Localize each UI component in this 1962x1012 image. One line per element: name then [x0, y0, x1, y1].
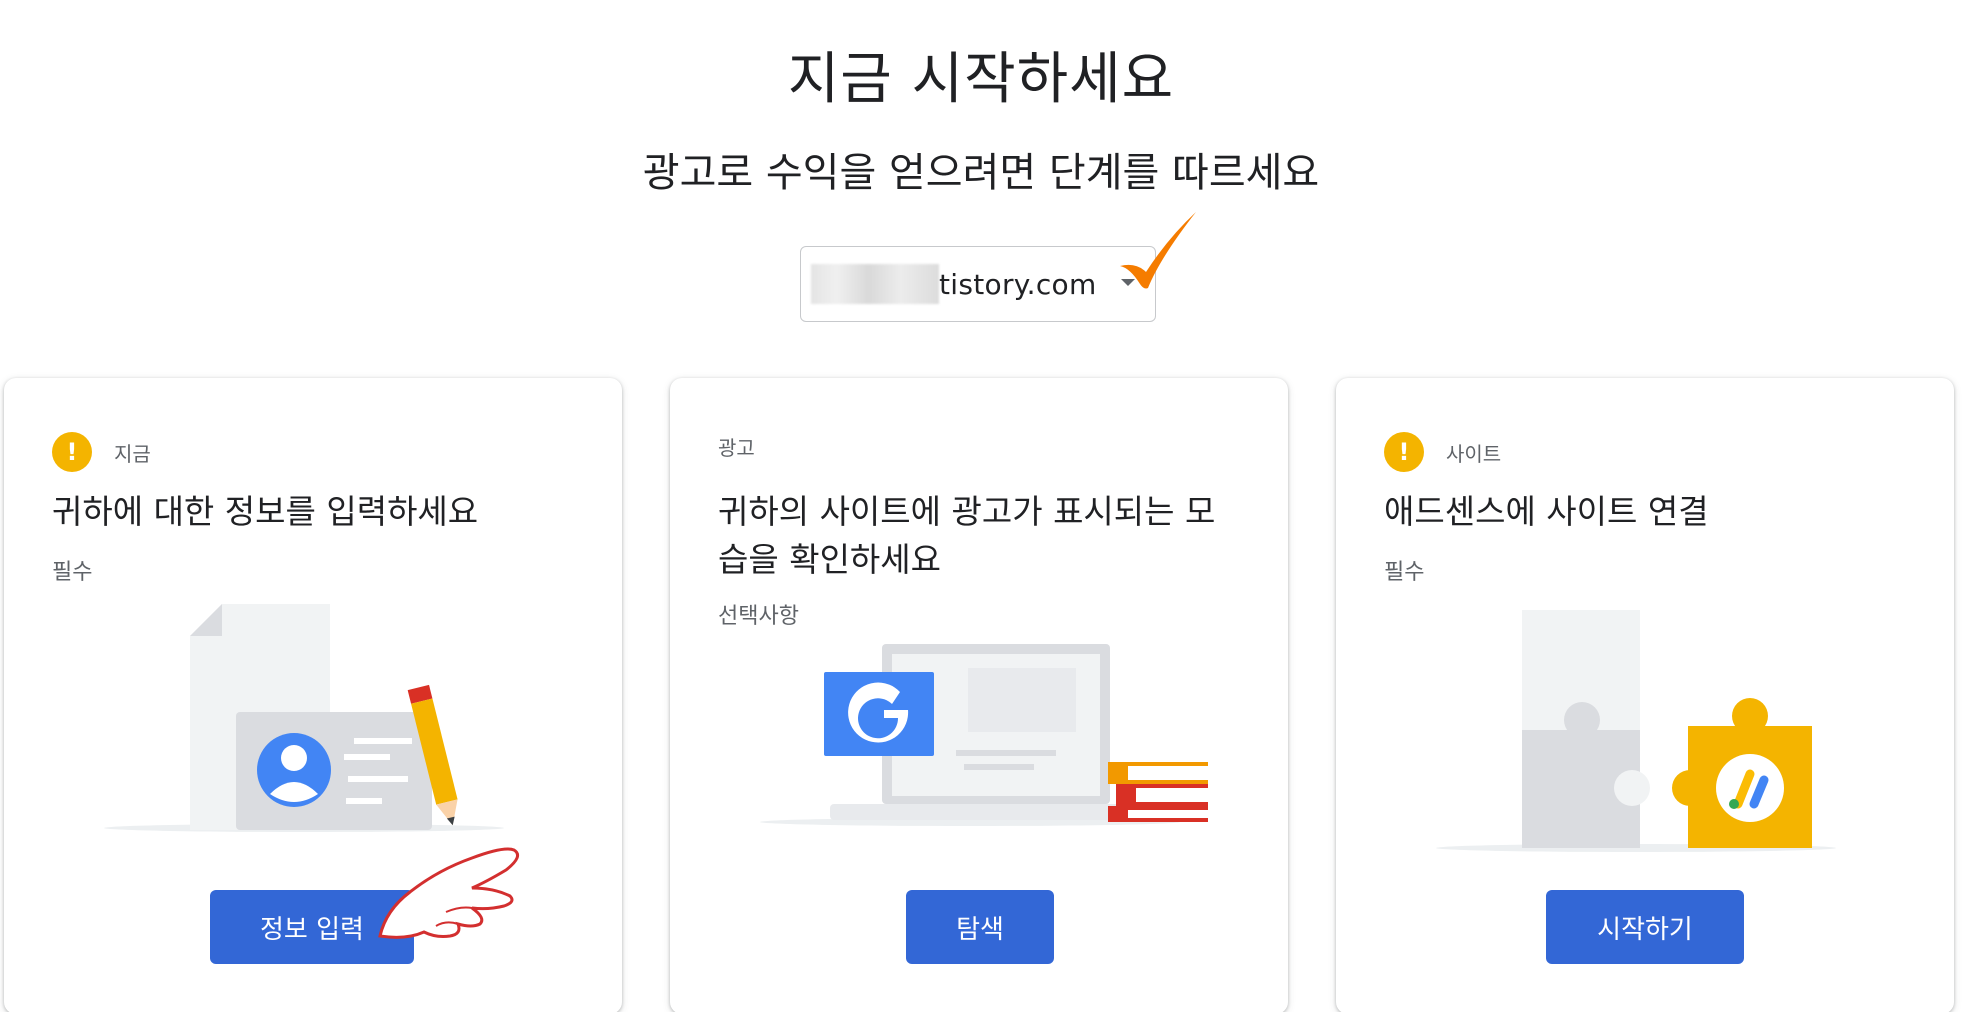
card-ad-preview: 광고 귀하의 사이트에 광고가 표시되는 모 습을 확인하세요 선택사항 탐색	[670, 378, 1288, 1012]
site-select-value: tistory.com	[939, 267, 1097, 301]
site-select[interactable]: tistory.com	[800, 246, 1156, 322]
site-name-redacted	[811, 264, 939, 304]
profile-card-illustration	[104, 604, 504, 832]
page-title: 지금 시작하세요	[787, 47, 1175, 112]
laptop-illustration	[760, 644, 1208, 826]
page-subtitle: 광고로 수익을 얻으려면 단계를 따르세요	[642, 150, 1320, 196]
checkmark-icon	[1120, 212, 1196, 289]
card-connect-site: ! 사이트 애드센스에 사이트 연결 필수 시작하기	[1336, 378, 1954, 1012]
get-started-button[interactable]: 시작하기	[1546, 890, 1744, 964]
puzzle-illustration	[1436, 610, 1836, 852]
pointing-hand-icon	[378, 847, 520, 939]
explore-button[interactable]: 탐색	[906, 890, 1054, 964]
